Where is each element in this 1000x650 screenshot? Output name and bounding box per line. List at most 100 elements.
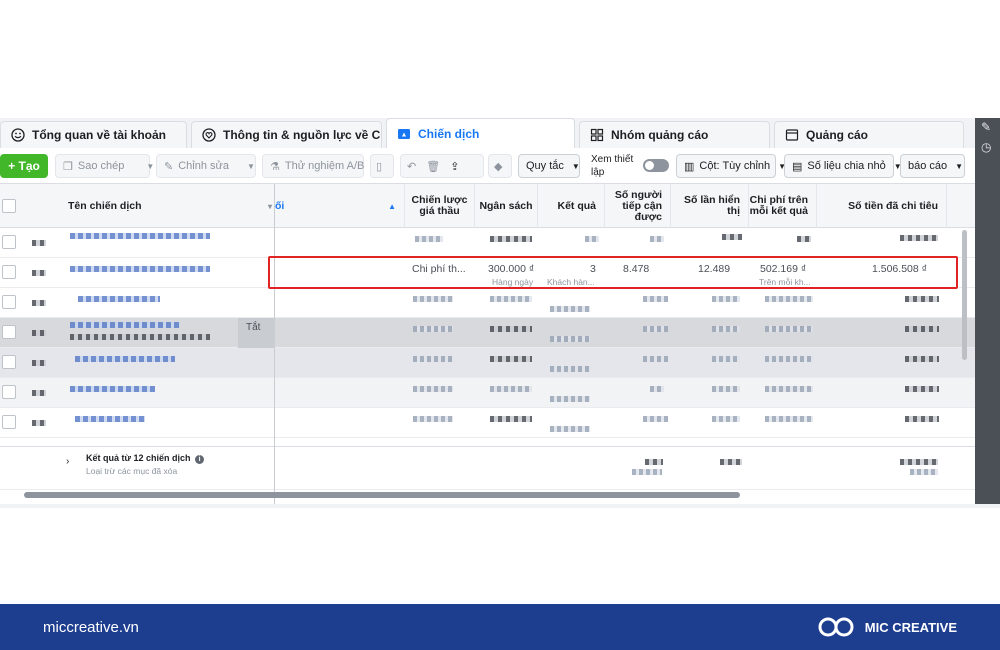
table-row[interactable] bbox=[0, 348, 975, 378]
obscured-value bbox=[550, 306, 590, 312]
obscured-value bbox=[490, 296, 532, 302]
undo-icon[interactable]: ↶ bbox=[407, 160, 416, 173]
toggle-switch-obscured[interactable] bbox=[32, 360, 46, 366]
sort-asc-icon: ▲ bbox=[388, 201, 396, 211]
heart-shield-icon bbox=[202, 128, 216, 142]
table-row[interactable] bbox=[0, 408, 975, 438]
brand-footer: miccreative.vn MIC CREATIVE bbox=[0, 604, 1000, 650]
tab-ads[interactable]: Quảng cáo bbox=[774, 121, 964, 148]
pencil-icon[interactable]: ✎ bbox=[981, 120, 991, 134]
rules-button[interactable]: Quy tắc ▼ bbox=[518, 154, 580, 178]
row-checkbox[interactable] bbox=[2, 265, 16, 279]
edit-button[interactable]: ✎ Chỉnh sửa ▼ bbox=[156, 154, 256, 178]
table-row-hovered[interactable]: Tắt bbox=[0, 318, 975, 348]
campaigns-table: Tên chiến dịch ▾ ối ▲ Chiến lược giá thầ… bbox=[0, 184, 975, 504]
row-checkbox[interactable] bbox=[2, 415, 16, 429]
campaign-name-obscured[interactable] bbox=[78, 296, 160, 302]
tag-button[interactable]: ◆ bbox=[488, 154, 512, 178]
export-icon[interactable]: ⇪ bbox=[450, 160, 459, 173]
toggle-switch-obscured[interactable] bbox=[32, 270, 46, 276]
delete-draft-button[interactable]: ▯ bbox=[370, 154, 394, 178]
table-header: Tên chiến dịch ▾ ối ▲ Chiến lược giá thầ… bbox=[0, 184, 975, 228]
breakdown-dropdown[interactable]: ▤ Số liệu chia nhỏ ▼ bbox=[784, 154, 902, 178]
toggle-switch-obscured[interactable] bbox=[32, 240, 46, 246]
table-row[interactable] bbox=[0, 288, 975, 318]
campaign-name-obscured[interactable] bbox=[70, 322, 180, 328]
obscured-value bbox=[650, 386, 664, 392]
obscured-value bbox=[413, 326, 453, 332]
obscured-value bbox=[490, 416, 532, 422]
row-checkbox[interactable] bbox=[2, 295, 16, 309]
chevron-right-icon[interactable]: › bbox=[66, 456, 69, 467]
column-header-budget[interactable]: Ngân sách bbox=[475, 184, 538, 228]
copy-icon: ❐ bbox=[63, 160, 73, 173]
row-checkbox[interactable] bbox=[2, 385, 16, 399]
column-header-cost-per-result[interactable]: Chi phí trên mỗi kết quả bbox=[749, 184, 817, 228]
obscured-value bbox=[765, 356, 813, 362]
column-header-amount-spent[interactable]: Số tiền đã chi tiêu bbox=[817, 184, 947, 228]
column-header-impressions[interactable]: Số lần hiển thị bbox=[671, 184, 749, 228]
column-header-delivery[interactable]: ối ▲ bbox=[275, 184, 405, 228]
site-url[interactable]: miccreative.vn bbox=[43, 619, 139, 636]
column-header-name[interactable]: Tên chiến dịch ▾ bbox=[60, 184, 275, 228]
campaign-name-obscured[interactable] bbox=[70, 233, 210, 239]
chevron-down-icon: ▼ bbox=[955, 161, 964, 171]
info-icon[interactable]: i bbox=[195, 455, 205, 464]
tab-campaigns[interactable]: Chiến dịch bbox=[386, 118, 575, 148]
obscured-value bbox=[643, 296, 668, 302]
columns-icon: ▥ bbox=[684, 160, 695, 173]
delivery-status-off: Tắt bbox=[238, 318, 274, 348]
pencil-icon: ✎ bbox=[164, 160, 174, 173]
copy-button[interactable]: ❐ Sao chép ▼ bbox=[55, 154, 154, 178]
obscured-value bbox=[645, 459, 663, 465]
column-header-results[interactable]: Kết quả bbox=[538, 184, 605, 228]
clock-icon[interactable]: ◷ bbox=[981, 140, 991, 154]
row-checkbox[interactable] bbox=[2, 235, 16, 249]
frozen-column-divider[interactable] bbox=[274, 184, 275, 504]
action-icons-group: ↶ 🗑 ⇪ bbox=[400, 154, 484, 178]
vertical-scrollbar[interactable] bbox=[962, 230, 967, 360]
toggle-switch-obscured[interactable] bbox=[32, 420, 46, 426]
create-button[interactable]: + Tạo bbox=[0, 154, 48, 178]
obscured-value bbox=[413, 356, 453, 362]
horizontal-scrollbar[interactable] bbox=[24, 492, 740, 498]
column-header-reach[interactable]: Số người tiếp cận được bbox=[605, 184, 671, 228]
column-header-bid-strategy[interactable]: Chiến lược giá thầu bbox=[405, 184, 475, 228]
smiley-icon bbox=[11, 128, 25, 142]
obscured-value bbox=[585, 236, 599, 242]
toggle-switch-obscured[interactable] bbox=[32, 390, 46, 396]
obscured-value bbox=[550, 336, 590, 342]
row-checkbox[interactable] bbox=[2, 355, 16, 369]
sort-icon: ▾ bbox=[267, 201, 272, 211]
brand-logo: MIC CREATIVE bbox=[817, 615, 957, 639]
campaign-name-obscured[interactable] bbox=[75, 416, 145, 422]
columns-dropdown[interactable]: ▥ Cột: Tùy chỉnh ▼ bbox=[676, 154, 786, 178]
trash-icon[interactable]: 🗑 bbox=[426, 160, 440, 173]
obscured-value bbox=[765, 326, 813, 332]
select-all-checkbox[interactable] bbox=[2, 199, 16, 213]
obscured-value bbox=[765, 386, 813, 392]
toggle-switch-obscured[interactable] bbox=[32, 330, 46, 336]
tab-ad-sets[interactable]: Nhóm quảng cáo bbox=[579, 121, 770, 148]
row-checkbox[interactable] bbox=[2, 325, 16, 339]
obscured-value bbox=[712, 386, 740, 392]
tab-covid-info[interactable]: Thông tin & nguồn lực về COV... bbox=[191, 121, 382, 148]
campaign-name-obscured[interactable] bbox=[75, 356, 175, 362]
breakdown-icon: ▤ bbox=[792, 160, 803, 173]
toggle-switch-obscured[interactable] bbox=[32, 300, 46, 306]
campaign-name-obscured[interactable] bbox=[70, 386, 155, 392]
obscured-value bbox=[550, 426, 590, 432]
reports-dropdown[interactable]: báo cáo ▼ bbox=[900, 154, 965, 178]
view-setup-toggle[interactable] bbox=[643, 159, 669, 172]
obscured-value bbox=[650, 236, 664, 242]
campaign-name-obscured[interactable] bbox=[70, 266, 210, 272]
obscured-value bbox=[712, 356, 740, 362]
obscured-value bbox=[643, 326, 668, 332]
obscured-value bbox=[910, 469, 938, 475]
table-row[interactable] bbox=[0, 228, 975, 258]
obscured-value bbox=[550, 366, 590, 372]
table-row[interactable] bbox=[0, 378, 975, 408]
ab-test-button[interactable]: ⚗ Thử nghiệm A/B bbox=[262, 154, 364, 178]
tab-account-overview[interactable]: Tổng quan về tài khoản bbox=[0, 121, 187, 148]
obscured-value bbox=[720, 459, 742, 465]
